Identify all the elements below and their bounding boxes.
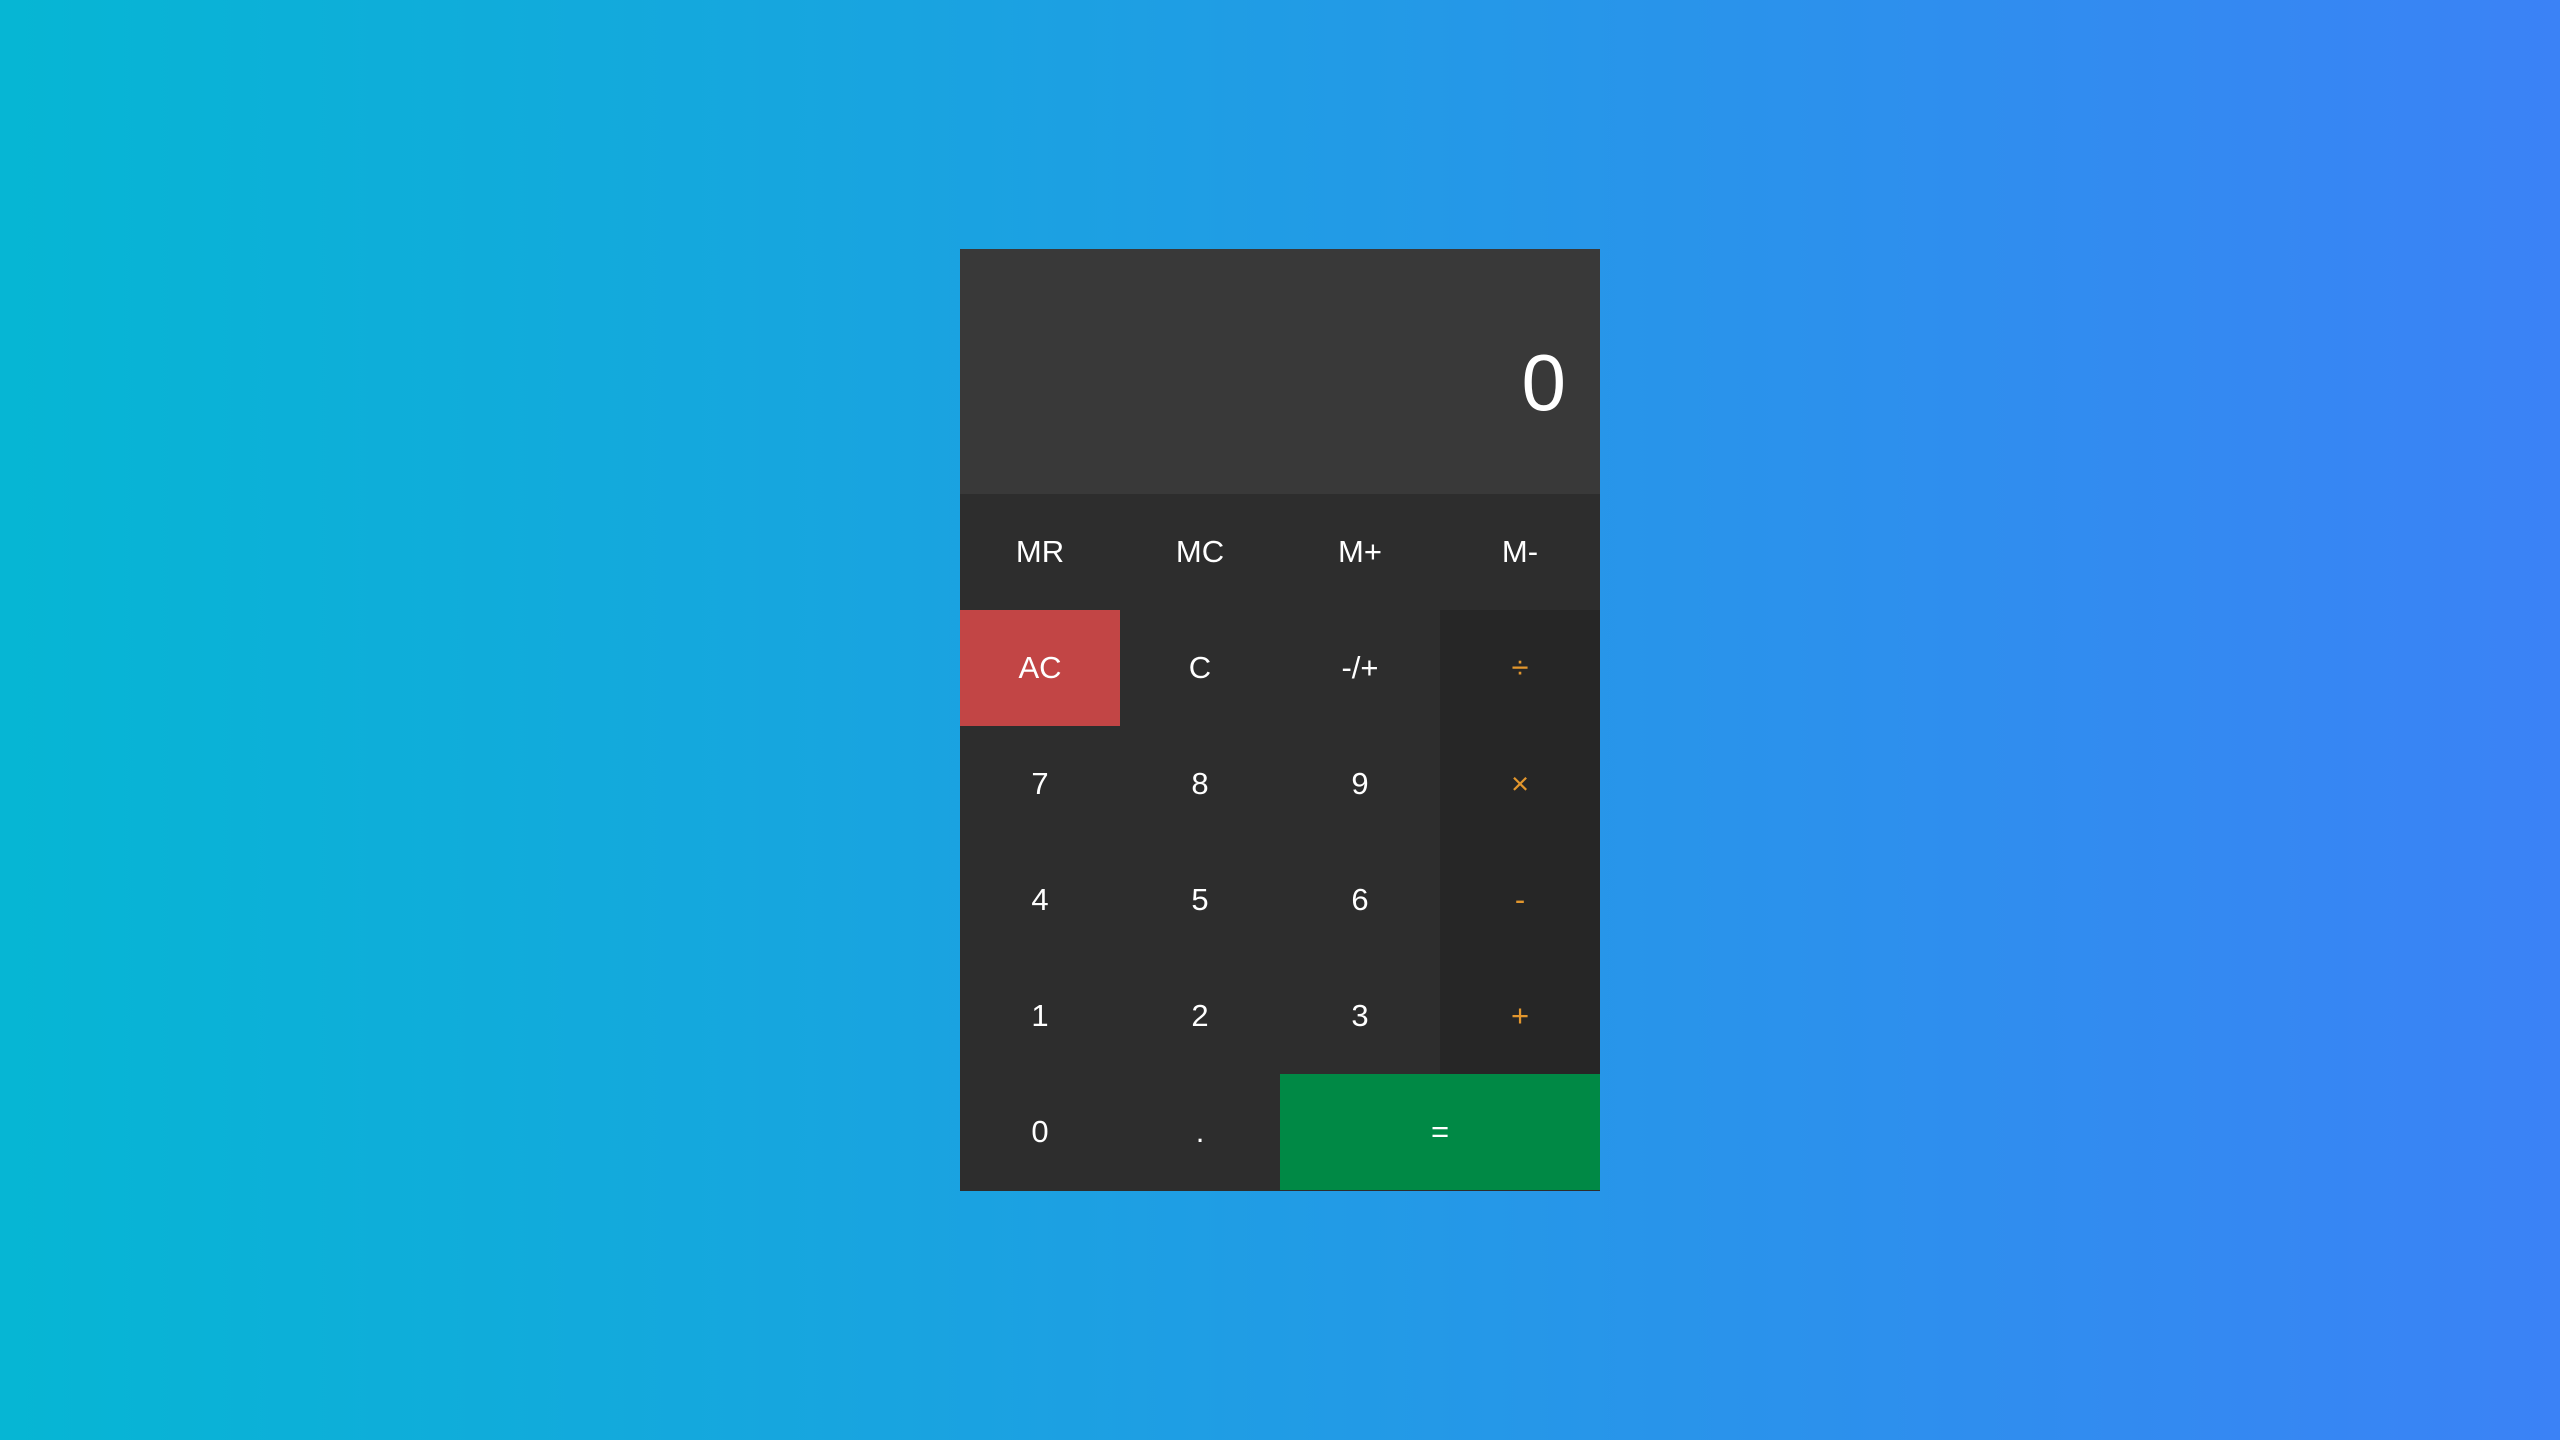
memory-subtract-button[interactable]: M- bbox=[1440, 494, 1600, 610]
clear-button[interactable]: C bbox=[1120, 610, 1280, 726]
display: 0 bbox=[960, 249, 1600, 494]
digit-5-button[interactable]: 5 bbox=[1120, 842, 1280, 958]
digit-6-button[interactable]: 6 bbox=[1280, 842, 1440, 958]
digit-0-button[interactable]: 0 bbox=[960, 1074, 1120, 1190]
negate-button[interactable]: -/+ bbox=[1280, 610, 1440, 726]
digit-3-button[interactable]: 3 bbox=[1280, 958, 1440, 1074]
digit-4-button[interactable]: 4 bbox=[960, 842, 1120, 958]
digit-9-button[interactable]: 9 bbox=[1280, 726, 1440, 842]
multiply-button[interactable]: × bbox=[1440, 726, 1600, 842]
decimal-button[interactable]: . bbox=[1120, 1074, 1280, 1190]
keypad: MR MC M+ M- AC C -/+ ÷ 7 8 9 × 4 5 6 - 1… bbox=[960, 494, 1600, 1190]
memory-clear-button[interactable]: MC bbox=[1120, 494, 1280, 610]
all-clear-button[interactable]: AC bbox=[960, 610, 1120, 726]
digit-8-button[interactable]: 8 bbox=[1120, 726, 1280, 842]
digit-2-button[interactable]: 2 bbox=[1120, 958, 1280, 1074]
digit-1-button[interactable]: 1 bbox=[960, 958, 1120, 1074]
digit-7-button[interactable]: 7 bbox=[960, 726, 1120, 842]
divide-button[interactable]: ÷ bbox=[1440, 610, 1600, 726]
subtract-button[interactable]: - bbox=[1440, 842, 1600, 958]
memory-add-button[interactable]: M+ bbox=[1280, 494, 1440, 610]
memory-recall-button[interactable]: MR bbox=[960, 494, 1120, 610]
calculator: 0 MR MC M+ M- AC C -/+ ÷ 7 8 9 × 4 5 6 -… bbox=[960, 249, 1600, 1191]
add-button[interactable]: + bbox=[1440, 958, 1600, 1074]
display-value: 0 bbox=[1521, 337, 1567, 427]
equals-button[interactable]: = bbox=[1280, 1074, 1600, 1190]
